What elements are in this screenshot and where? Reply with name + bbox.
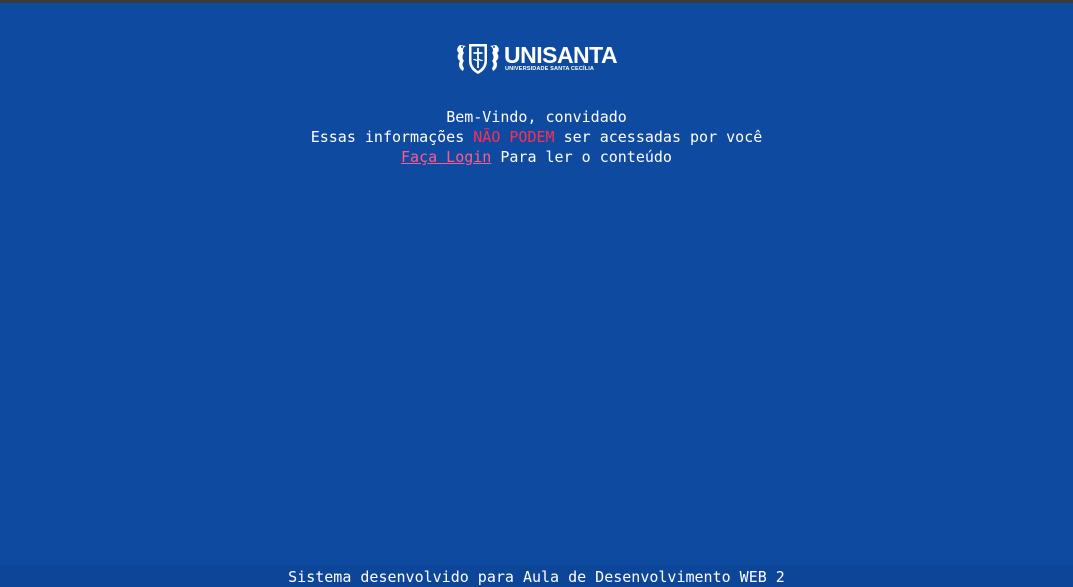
welcome-text: Bem-Vindo, convidado — [446, 108, 627, 126]
access-message: Bem-Vindo, convidado Essas informações N… — [0, 107, 1073, 167]
login-link[interactable]: Faça Login — [401, 148, 491, 166]
warning-prefix: Essas informações — [310, 128, 474, 146]
login-line: Faça Login Para ler o conteúdo — [0, 147, 1073, 167]
footer: Sistema desenvolvido para Aula de Desenv… — [0, 565, 1073, 587]
footer-text: Sistema desenvolvido para Aula de Desenv… — [288, 568, 785, 586]
logo-subtitle: UNIVERSIDADE SANTA CECÍLIA — [505, 65, 594, 72]
warning-highlight: NÃO PODEM — [473, 128, 555, 146]
login-line-suffix: Para ler o conteúdo — [491, 148, 672, 166]
top-border — [0, 0, 1073, 3]
access-warning-line: Essas informações NÃO PODEM ser acessada… — [0, 127, 1073, 147]
seahorse-crest-icon — [457, 44, 499, 74]
logo-name: UNISANTA — [504, 41, 618, 68]
unisanta-logo: UNISANTA UNIVERSIDADE SANTA CECÍLIA — [455, 40, 620, 76]
warning-suffix: ser acessadas por você — [554, 128, 763, 146]
